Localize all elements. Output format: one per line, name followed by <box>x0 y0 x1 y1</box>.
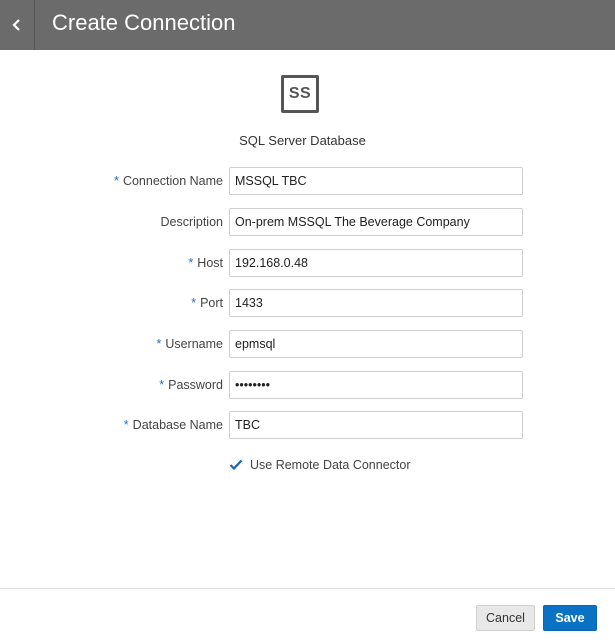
remote-connector-label: Use Remote Data Connector <box>250 458 411 472</box>
sql-server-icon: SS <box>281 75 319 113</box>
description-label: Description <box>160 215 223 229</box>
required-marker: * <box>156 337 162 351</box>
checkmark-icon <box>229 459 243 471</box>
remote-connector-option: Use Remote Data Connector <box>229 456 411 474</box>
description-row: Description <box>0 208 615 236</box>
connection-name-label: * Connection Name <box>114 174 223 188</box>
connection-type-label: SQL Server Database <box>239 133 366 148</box>
host-input[interactable] <box>229 249 523 277</box>
required-marker: * <box>114 174 119 188</box>
host-label: * Host <box>188 256 223 270</box>
port-row: * Port <box>0 289 615 317</box>
required-marker: * <box>191 296 197 310</box>
required-marker: * <box>188 256 194 270</box>
remote-connector-checkbox[interactable] <box>229 458 243 472</box>
database-name-row: * Database Name <box>0 411 615 439</box>
cancel-button[interactable]: Cancel <box>476 605 535 631</box>
password-row: * Password <box>0 371 615 399</box>
footer-divider <box>0 588 615 589</box>
port-label: * Port <box>191 296 223 310</box>
database-name-input[interactable] <box>229 411 523 439</box>
username-label: * Username <box>156 337 223 351</box>
save-button[interactable]: Save <box>543 605 597 631</box>
connection-name-row: * Connection Name <box>0 167 615 195</box>
page-title: Create Connection <box>52 10 236 35</box>
required-marker: * <box>123 418 129 432</box>
back-button[interactable] <box>0 0 35 50</box>
port-input[interactable] <box>229 289 523 317</box>
password-input[interactable] <box>229 371 523 399</box>
username-input[interactable] <box>229 330 523 358</box>
host-row: * Host <box>0 249 615 277</box>
database-name-label: * Database Name <box>123 418 223 432</box>
description-input[interactable] <box>229 208 523 236</box>
chevron-left-icon <box>12 19 20 31</box>
connection-name-input[interactable] <box>229 167 523 195</box>
username-row: * Username <box>0 330 615 358</box>
password-label: * Password <box>159 378 223 392</box>
app-header: Create Connection <box>0 0 615 50</box>
required-marker: * <box>159 378 165 392</box>
